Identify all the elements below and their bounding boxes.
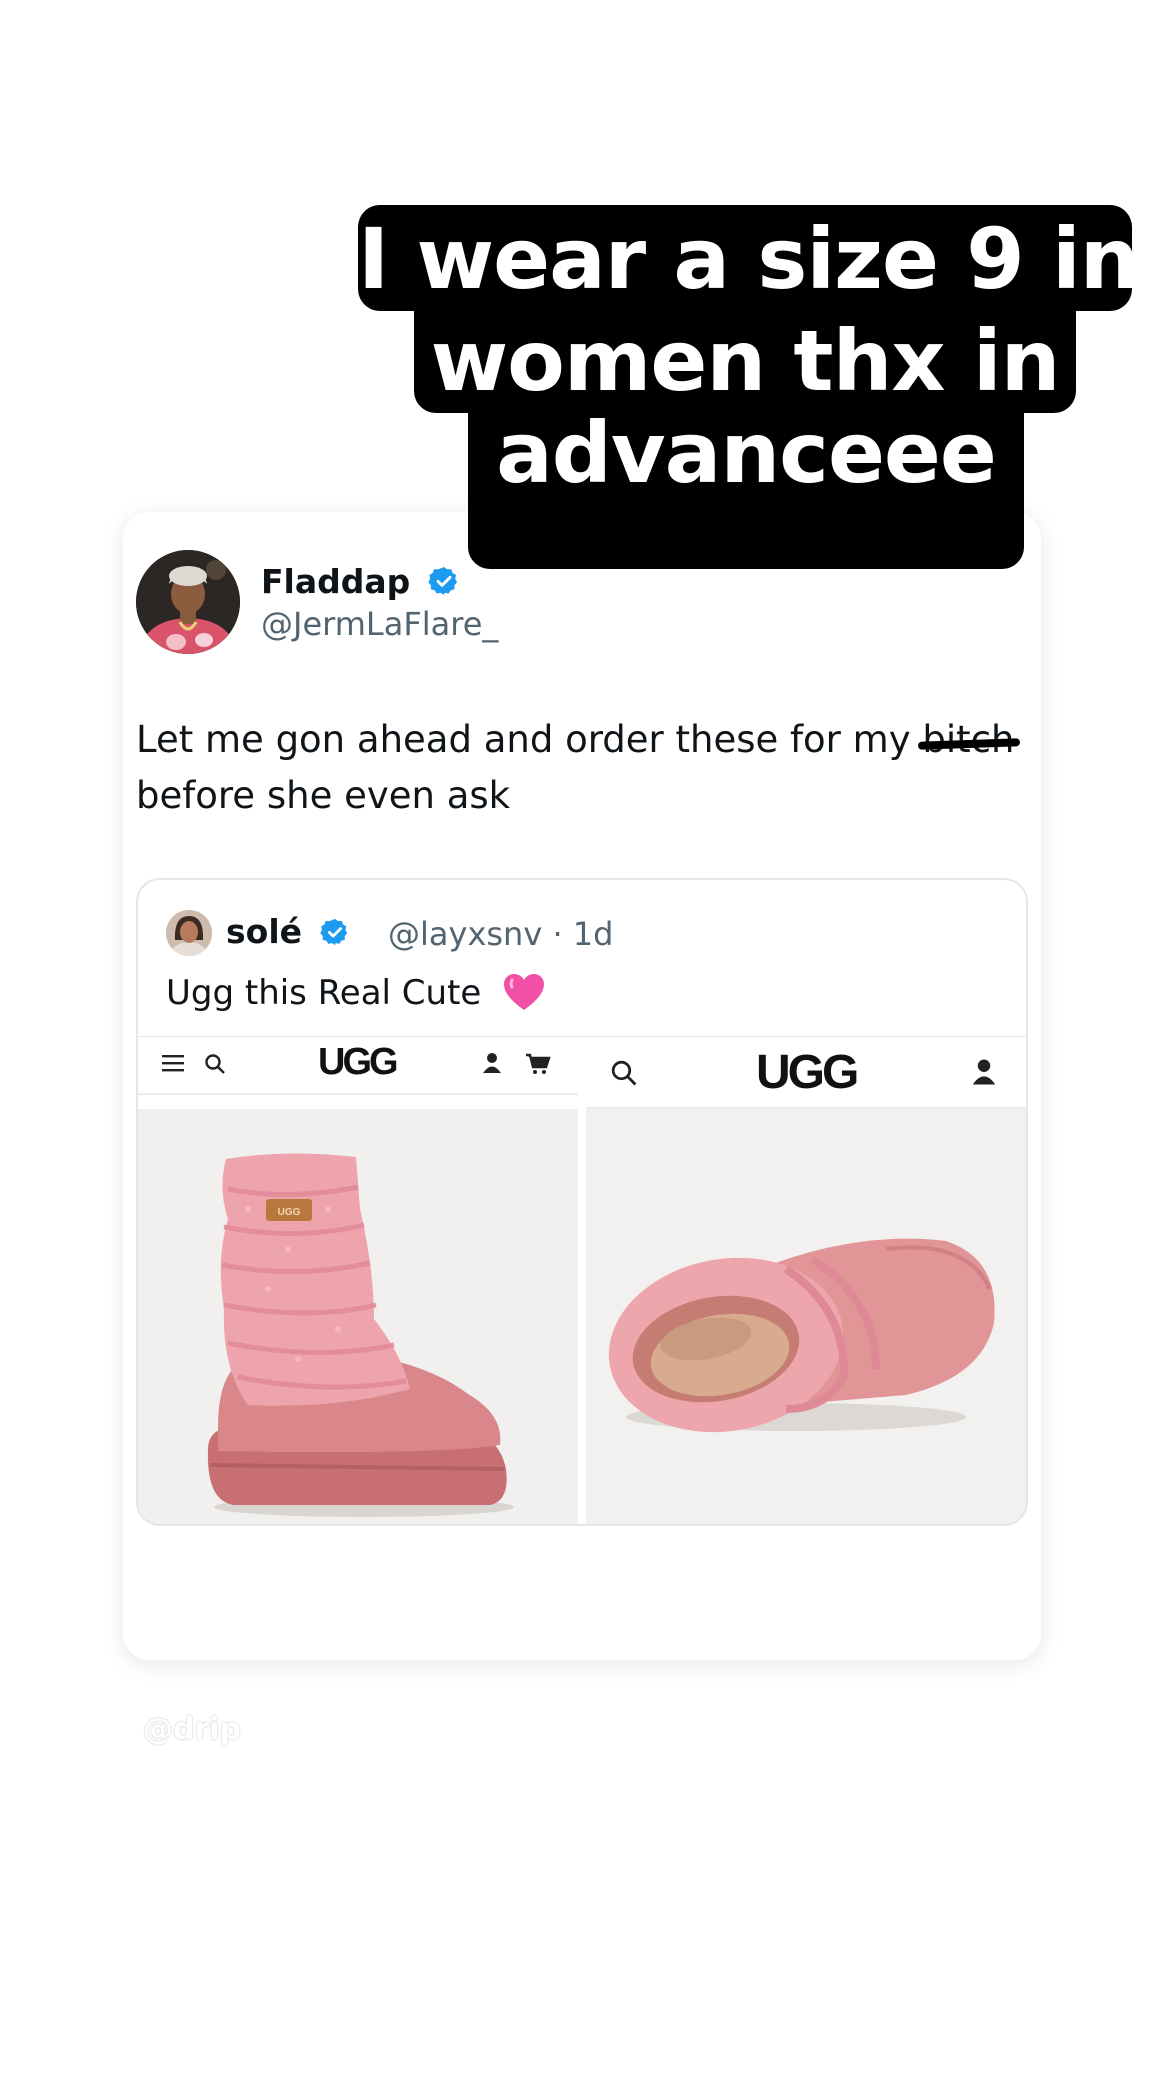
ugg-logo-right: UGG	[756, 1046, 859, 1099]
display-name[interactable]: Fladdap	[261, 562, 460, 605]
watermark: @drip	[143, 1712, 242, 1747]
search-icon	[610, 1059, 638, 1091]
quote-avatar[interactable]	[166, 910, 212, 956]
svg-text:UGG: UGG	[278, 1207, 301, 1218]
account-icon	[970, 1057, 998, 1091]
avatar[interactable]	[136, 550, 240, 654]
media-image-right[interactable]: UGG	[586, 1037, 1026, 1524]
caption-line-1: I wear a size 9 in	[358, 205, 1140, 311]
quote-display-name[interactable]: solé	[226, 912, 350, 955]
quote-display-name-text[interactable]: solé	[226, 912, 302, 951]
media-image-left[interactable]: UGG UGG	[138, 1037, 578, 1524]
quote-media[interactable]: UGG UGG UGG	[138, 1036, 1026, 1524]
redacted-word: bitch	[922, 712, 1014, 768]
tweet-text-part-2: before she even ask	[136, 774, 511, 817]
tweet-text-part-1: Let me gon ahead and order these for my	[136, 718, 923, 761]
user-handle[interactable]: @JermLaFlare_	[261, 605, 498, 643]
quote-text: Ugg this Real Cute	[166, 972, 546, 1021]
tweet-text: Let me gon ahead and order these for my …	[136, 712, 1016, 824]
pink-heart-icon	[502, 972, 546, 1021]
quote-handle-time[interactable]: @layxsnv · 1d	[388, 915, 613, 953]
cart-icon	[525, 1053, 551, 1079]
caption-line-3: advanceee	[468, 409, 1024, 569]
slipper-photo	[586, 1109, 1026, 1524]
avatar-photo	[136, 550, 240, 654]
quote-verified-badge-icon	[319, 916, 350, 955]
boot-photo: UGG	[138, 1109, 578, 1524]
caption-line-3-text: advanceee	[496, 404, 997, 502]
ugg-logo-left: UGG	[318, 1041, 399, 1083]
verified-badge-icon	[428, 565, 460, 605]
quote-avatar-photo	[166, 910, 212, 956]
quoted-tweet[interactable]: solé @layxsnv · 1d Ugg this Real Cute UG…	[136, 878, 1028, 1526]
ugg-nav-bar-right: UGG	[586, 1037, 1026, 1109]
ugg-nav-bar-left: UGG	[138, 1037, 578, 1095]
tweet-card[interactable]: Fladdap @JermLaFlare_ Let me gon ahead a…	[123, 512, 1041, 1660]
search-icon	[204, 1053, 226, 1079]
caption-line-2: women thx in	[414, 307, 1076, 413]
menu-icon	[162, 1053, 184, 1077]
display-name-text[interactable]: Fladdap	[261, 562, 410, 601]
quote-text-content: Ugg this Real Cute	[166, 973, 482, 1013]
account-icon	[481, 1051, 503, 1079]
